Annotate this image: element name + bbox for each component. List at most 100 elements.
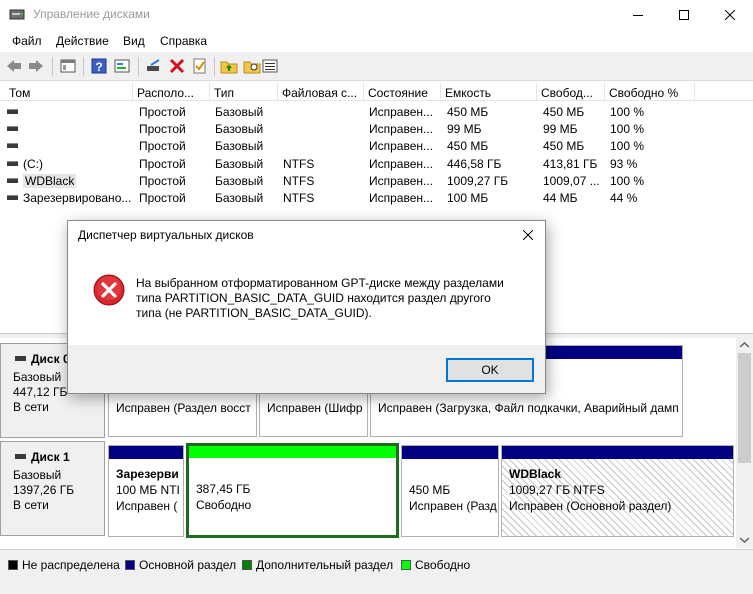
cell-layout: Простой — [139, 191, 186, 205]
cell-free-space: 450 МБ — [543, 105, 585, 119]
help-icon[interactable]: ? — [90, 57, 108, 75]
primary-partition-bar — [402, 446, 498, 459]
legend-label: Дополнительный раздел — [256, 558, 394, 572]
disk-type: Базовый — [13, 468, 62, 482]
legend-label: Не распределена — [22, 558, 120, 572]
list-view-icon[interactable] — [261, 57, 279, 75]
volume-icon — [7, 109, 18, 114]
dialog-message: На выбранном отформатированном GPT-диске… — [136, 276, 504, 320]
column-header-filesystem[interactable]: Файловая с... — [278, 83, 364, 101]
error-icon — [93, 274, 125, 306]
disk-1-free-space-selected[interactable]: 387,45 ГБ Свободно — [186, 443, 399, 538]
cell-type: Базовый — [215, 122, 264, 136]
column-header-volume[interactable]: Том — [0, 83, 133, 101]
error-dialog: Диспетчер виртуальных дисков На выбранно… — [67, 220, 546, 394]
ok-button[interactable]: OK — [446, 358, 534, 382]
volume-icon — [7, 195, 18, 200]
table-row[interactable]: Простой Базовый Исправен... 450 МБ 450 М… — [0, 103, 753, 120]
folder-up-icon[interactable] — [220, 57, 238, 75]
disk-1-partition-450mb[interactable]: 450 МБ Исправен (Разд — [401, 445, 499, 537]
partition-status: Исправен (Основной раздел) — [509, 499, 672, 513]
volume-icon — [7, 126, 18, 131]
disk-1-label[interactable]: Диск 1 Базовый 1397,26 ГБ В сети — [0, 441, 105, 536]
graph-scrollbar[interactable] — [736, 338, 753, 548]
column-header-free-space[interactable]: Свобод... — [537, 83, 605, 101]
dialog-close-icon[interactable] — [523, 230, 533, 240]
cell-capacity: 446,58 ГБ — [447, 157, 502, 171]
cell-type: Базовый — [215, 191, 264, 205]
legend: Не распределена Основной раздел Дополнит… — [0, 549, 753, 575]
cell-layout: Простой — [139, 157, 186, 171]
cell-free-percent: 100 % — [610, 122, 645, 136]
volume-icon — [7, 143, 18, 148]
menu-action[interactable]: Действие — [56, 34, 109, 48]
cell-filesystem: NTFS — [283, 191, 315, 205]
cell-volume: (C:) — [23, 157, 43, 171]
maximize-button[interactable] — [661, 0, 707, 30]
menu-file[interactable]: Файл — [12, 34, 42, 48]
cell-volume: WDBlack — [23, 174, 77, 188]
forward-arrow-icon[interactable] — [27, 57, 45, 75]
cell-free-space: 450 МБ — [543, 139, 585, 153]
column-header-free-percent[interactable]: Свободно % — [605, 83, 695, 101]
cell-capacity: 450 МБ — [447, 105, 489, 119]
disk-type: Базовый — [13, 370, 62, 384]
toolbar-separator — [83, 57, 84, 76]
close-icon — [725, 10, 735, 20]
scroll-down-icon[interactable] — [740, 537, 749, 543]
cell-capacity: 99 МБ — [447, 122, 482, 136]
title-bar: Управление дисками — [0, 0, 753, 30]
cell-free-space: 1009,07 ... — [543, 174, 600, 188]
disk-1-partition-reserved[interactable]: Зарезерви 100 МБ NTI Исправен ( — [108, 445, 184, 537]
back-arrow-icon[interactable] — [5, 57, 23, 75]
console-tree-icon[interactable] — [59, 57, 77, 75]
disk-size: 1397,26 ГБ — [13, 483, 75, 497]
table-row[interactable]: Зарезервировано... Простой Базовый NTFS … — [0, 189, 753, 206]
scroll-thumb[interactable] — [738, 353, 751, 463]
menu-view[interactable]: Вид — [123, 34, 145, 48]
volume-icon — [7, 178, 18, 183]
cell-filesystem: NTFS — [283, 174, 315, 188]
table-row[interactable]: WDBlack Простой Базовый NTFS Исправен...… — [0, 172, 753, 189]
minimize-icon — [633, 15, 643, 16]
disk-icon — [15, 356, 26, 361]
disk-1-partition-wdblack[interactable]: WDBlack 1009,27 ГБ NTFS Исправен (Основн… — [501, 445, 734, 537]
minimize-button[interactable] — [615, 0, 661, 30]
legend-swatch — [8, 560, 18, 570]
cell-status: Исправен... — [369, 105, 434, 119]
partition-label: WDBlack — [509, 467, 562, 481]
cell-volume: Зарезервировано... — [23, 191, 132, 205]
column-header-layout[interactable]: Располо... — [133, 83, 210, 101]
properties-icon[interactable] — [113, 57, 131, 75]
cell-free-percent: 100 % — [610, 139, 645, 153]
table-row[interactable]: (C:) Простой Базовый NTFS Исправен... 44… — [0, 155, 753, 172]
cell-free-space: 44 МБ — [543, 191, 578, 205]
menu-help[interactable]: Справка — [160, 34, 207, 48]
dialog-title-bar: Диспетчер виртуальных дисков — [68, 221, 545, 249]
toolbar: ? — [0, 52, 753, 81]
svg-text:?: ? — [95, 60, 102, 74]
cell-free-percent: 93 % — [610, 157, 638, 171]
partition-status: Исправен ( — [116, 499, 178, 513]
cell-capacity: 450 МБ — [447, 139, 489, 153]
menu-bar: Файл Действие Вид Справка — [0, 30, 753, 52]
column-header-type[interactable]: Тип — [210, 83, 278, 101]
table-row[interactable]: Простой Базовый Исправен... 450 МБ 450 М… — [0, 137, 753, 154]
check-properties-icon[interactable] — [191, 57, 209, 75]
cell-status: Исправен... — [369, 174, 434, 188]
table-row[interactable]: Простой Базовый Исправен... 99 МБ 99 МБ … — [0, 120, 753, 137]
free-space-bar — [189, 446, 396, 458]
folder-search-icon[interactable] — [243, 57, 261, 75]
primary-partition-bar — [109, 446, 183, 459]
close-button[interactable] — [707, 0, 753, 30]
free-space-label: Свободно — [196, 498, 252, 512]
status-bar — [0, 575, 753, 594]
dialog-body: На выбранном отформатированном GPT-диске… — [68, 249, 545, 345]
column-header-capacity[interactable]: Емкость — [441, 83, 537, 101]
cell-type: Базовый — [215, 157, 264, 171]
disk-management-icon — [9, 9, 25, 20]
column-header-status[interactable]: Состояние — [364, 83, 441, 101]
connect-disk-icon[interactable] — [145, 57, 163, 75]
scroll-up-icon[interactable] — [740, 342, 749, 348]
delete-icon[interactable] — [168, 57, 186, 75]
